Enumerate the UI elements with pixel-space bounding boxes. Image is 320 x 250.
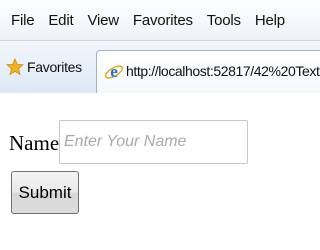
menu-bar: File Edit View Favorites Tools Help — [0, 0, 320, 40]
menu-favorites[interactable]: Favorites — [133, 12, 193, 29]
ie-icon: e — [104, 62, 124, 81]
menu-tools[interactable]: Tools — [207, 12, 241, 29]
name-input[interactable] — [59, 120, 248, 164]
page-content: Name Submit — [0, 93, 320, 250]
svg-text:e: e — [110, 62, 118, 81]
favorites-button[interactable]: Favorites — [6, 54, 82, 80]
browser-window: File Edit View Favorites Tools Help Favo… — [0, 0, 320, 250]
menu-file[interactable]: File — [11, 12, 35, 29]
browser-tab[interactable]: e http://localhost:52817/42%20TextBox — [96, 50, 320, 93]
submit-button[interactable]: Submit — [11, 171, 79, 214]
favorites-bar: Favorites e http://localhost:52817/42%20… — [0, 40, 320, 94]
menu-view[interactable]: View — [87, 12, 119, 29]
tab-title: http://localhost:52817/42%20TextBox — [126, 63, 320, 79]
menu-edit[interactable]: Edit — [48, 12, 73, 29]
menu-help[interactable]: Help — [255, 12, 285, 29]
name-label: Name — [9, 131, 60, 155]
favorites-label: Favorites — [27, 59, 82, 75]
star-icon — [6, 58, 24, 76]
